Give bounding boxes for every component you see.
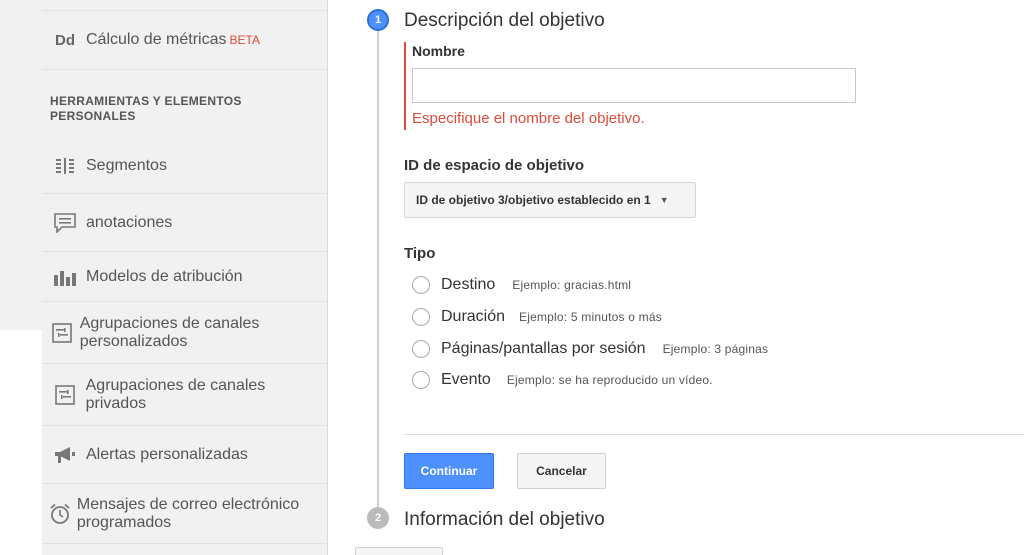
type-label: Tipo <box>404 245 436 262</box>
name-error-message: Especifique el nombre del objetivo. <box>412 110 645 127</box>
step-1-indicator: 1 <box>367 9 389 31</box>
goal-slot-value: ID de objetivo 3/objetivo establecido en… <box>416 193 651 207</box>
alarm-clock-icon <box>42 503 77 525</box>
sidebar-item-segments[interactable]: Segmentos <box>42 138 328 194</box>
sidebar-item-label: Alertas personalizadas <box>86 445 248 463</box>
sidebar-edge <box>0 330 42 555</box>
cancel-button[interactable]: Cancelar <box>517 453 606 489</box>
sidebar-item-label: Agrupaciones de canales privados <box>85 376 266 412</box>
type-option-destination[interactable]: Destino Ejemplo: gracias.html <box>412 276 631 294</box>
goal-name-input[interactable] <box>412 68 856 103</box>
error-indicator-bar <box>404 42 406 130</box>
goal-slot-dropdown[interactable]: ID de objetivo 3/objetivo establecido en… <box>404 182 696 218</box>
radio-button[interactable] <box>412 371 430 389</box>
megaphone-icon <box>42 446 86 464</box>
step-2-title[interactable]: Información del objetivo <box>404 509 605 531</box>
channel-groupings-icon <box>42 384 86 405</box>
bottom-button-stub[interactable] <box>355 547 443 555</box>
type-option-example: Ejemplo: gracias.html <box>512 278 632 292</box>
sidebar-item-calculated-metrics[interactable]: Dd Cálculo de métricas BETA <box>42 10 328 70</box>
sidebar-item-scheduled-emails[interactable]: Mensajes de correo electrónico programad… <box>42 484 328 544</box>
continue-button[interactable]: Continuar <box>404 453 494 489</box>
type-option-example: Ejemplo: se ha reproducido un vídeo. <box>506 373 713 387</box>
sidebar-item-private-channel-groupings[interactable]: Agrupaciones de canales privados <box>42 364 328 426</box>
segments-icon <box>42 157 86 174</box>
type-option-label: Páginas/pantallas por sesión <box>441 340 646 357</box>
caret-down-icon: ▼ <box>659 195 669 205</box>
stepper-line <box>377 20 379 520</box>
sidebar-item-attribution-models[interactable]: Modelos de atribución <box>42 252 328 302</box>
sidebar-item-custom-alerts[interactable]: Alertas personalizadas <box>42 426 328 484</box>
sidebar-item-label: Mensajes de correo electrónico programad… <box>76 495 300 531</box>
bar-chart-icon <box>42 268 86 286</box>
sidebar-item-label: Segmentos <box>86 156 167 174</box>
type-option-example: Ejemplo: 5 minutos o más <box>519 310 662 324</box>
section-title: HERRAMIENTAS Y ELEMENTOS PERSONALES <box>50 94 242 123</box>
type-option-label: Duración <box>441 308 506 325</box>
channel-groupings-icon <box>42 322 80 343</box>
sidebar-item-custom-channel-groupings[interactable]: Agrupaciones de canales personalizados <box>42 302 328 364</box>
sidebar-item-label: anotaciones <box>86 213 173 231</box>
beta-badge: BETA <box>229 33 260 47</box>
step-2-indicator: 2 <box>367 507 389 529</box>
calculated-metrics-icon: Dd <box>55 31 75 49</box>
step-1-title: Descripción del objetivo <box>404 10 605 31</box>
type-option-label: Evento <box>441 371 491 388</box>
name-label: Nombre <box>412 43 465 59</box>
sidebar-item-label: Modelos de atribución <box>86 267 243 285</box>
radio-button[interactable] <box>412 276 430 294</box>
sidebar: Dd Cálculo de métricas BETA HERRAMIENTAS … <box>0 0 328 555</box>
radio-button[interactable] <box>412 308 430 326</box>
sidebar-item-label: Cálculo de métricas BETA <box>86 31 260 48</box>
type-option-example: Ejemplo: 3 páginas <box>662 342 769 356</box>
type-option-duration[interactable]: Duración Ejemplo: 5 minutos o más <box>412 308 662 326</box>
annotations-icon <box>42 212 86 233</box>
radio-button[interactable] <box>412 340 430 358</box>
type-option-pages-per-session[interactable]: Páginas/pantallas por sesión Ejemplo: 3 … <box>412 340 768 358</box>
sidebar-item-annotations[interactable]: anotaciones <box>42 194 328 252</box>
form-divider <box>404 434 1024 435</box>
sidebar-item-label: Agrupaciones de canales personalizados <box>79 314 260 350</box>
goal-slot-label: ID de espacio de objetivo <box>404 157 585 174</box>
type-option-event[interactable]: Evento Ejemplo: se ha reproducido un víd… <box>412 371 713 389</box>
type-option-label: Destino <box>441 276 496 293</box>
